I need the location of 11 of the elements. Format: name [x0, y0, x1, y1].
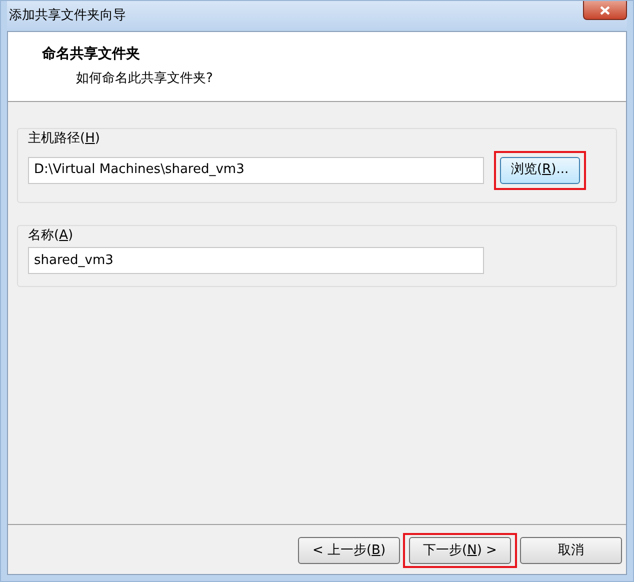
wizard-button[interactable]: 取消	[520, 537, 622, 564]
wizard-button[interactable]: 下一步(N) >	[409, 537, 511, 564]
window-title: 添加共享文件夹向导	[8, 7, 126, 26]
path-field[interactable]: D:\Virtual Machines\shared_vm3	[28, 156, 484, 184]
header-title: 命名共享文件夹	[42, 44, 141, 64]
wizard-button[interactable]: < 上一步(B)	[298, 537, 400, 564]
path-field[interactable]: shared_vm3	[28, 247, 484, 274]
header-subtitle: 如何命名此共享文件夹?	[75, 70, 214, 88]
close-icon	[600, 6, 610, 14]
browse-button[interactable]: 浏览(R)...	[500, 156, 580, 184]
close-button[interactable]	[583, 1, 627, 20]
